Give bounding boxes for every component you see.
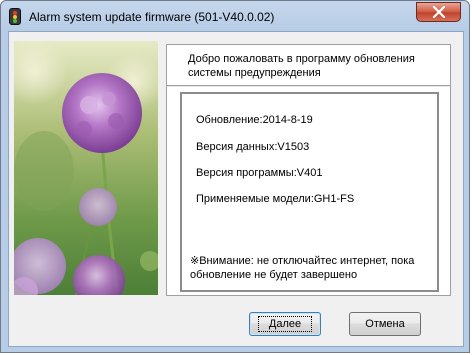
models-label: Применяемые модели:GH1-FS — [196, 193, 355, 205]
warning-text: ※Внимание: не отключайтес интернет, пока… — [190, 255, 415, 281]
data-version-label: Версия данных:V1503 — [196, 141, 310, 153]
app-window: Alarm system update firmware (501-V40.0.… — [0, 0, 470, 353]
close-icon — [432, 6, 445, 18]
window-title: Alarm system update firmware (501-V40.0.… — [29, 10, 275, 24]
next-button[interactable]: Далее — [249, 312, 321, 336]
update-date-label: Обновление:2014-8-19 — [196, 114, 313, 126]
title-bar[interactable]: Alarm system update firmware (501-V40.0.… — [1, 1, 469, 32]
info-box: Обновление:2014-8-19 Версия данных:V1503… — [180, 92, 439, 292]
next-button-label: Далее — [257, 316, 313, 332]
traffic-light-icon — [9, 8, 21, 25]
close-button[interactable] — [416, 2, 461, 22]
allium-flower-image — [14, 41, 158, 295]
cancel-button-label: Отмена — [365, 318, 405, 330]
content-panel: Добро пожаловать в программу обновления … — [166, 44, 451, 296]
cancel-button[interactable]: Отмена — [349, 312, 421, 336]
divider — [167, 85, 450, 88]
program-version-label: Версия программы:V401 — [196, 167, 323, 179]
dialog-body: Добро пожаловать в программу обновления … — [8, 31, 464, 347]
welcome-text: Добро пожаловать в программу обновления … — [188, 53, 415, 79]
